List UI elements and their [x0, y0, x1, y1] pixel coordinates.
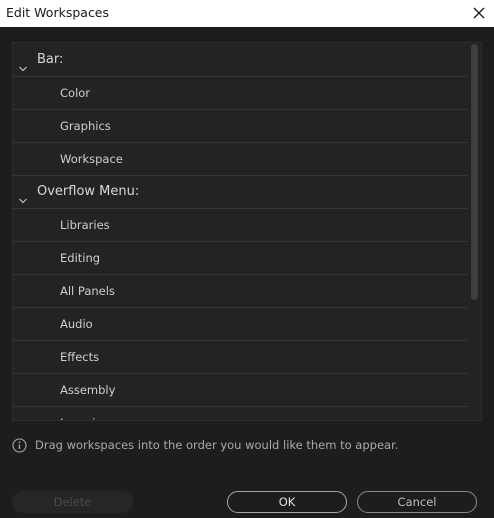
delete-button[interactable]: Delete: [12, 491, 133, 513]
window-title: Edit Workspaces: [6, 5, 110, 20]
workspace-item[interactable]: Assembly: [13, 374, 468, 407]
cancel-button[interactable]: Cancel: [357, 491, 477, 513]
workspace-label: Editing: [60, 251, 101, 265]
ok-button[interactable]: OK: [227, 491, 347, 513]
workspace-label: Workspace: [60, 152, 123, 166]
workspace-item[interactable]: All Panels: [13, 275, 468, 308]
workspace-item[interactable]: Audio: [13, 308, 468, 341]
workspace-label: Libraries: [60, 218, 110, 232]
title-bar: Edit Workspaces: [0, 0, 494, 27]
group-label: Overflow Menu:: [37, 184, 140, 199]
workspace-label: Graphics: [60, 119, 111, 133]
workspace-label: Effects: [60, 350, 100, 364]
workspace-label: Learning: [60, 407, 110, 420]
workspace-label: Audio: [60, 317, 93, 331]
workspace-list: Bar: Color Graphics Workspace Overflow Menu:…: [12, 42, 482, 421]
chevron-down-icon[interactable]: [18, 55, 28, 72]
list-scrollbar[interactable]: [470, 44, 479, 420]
chevron-down-icon[interactable]: [18, 187, 28, 204]
scrollbar-thumb[interactable]: [471, 44, 478, 300]
workspace-label: Assembly: [60, 383, 116, 397]
workspace-item[interactable]: Learning: [13, 407, 468, 420]
workspace-label: Color: [60, 86, 91, 100]
hint-text: Drag workspaces into the order you would…: [35, 438, 399, 452]
workspace-item[interactable]: Workspace: [13, 143, 468, 176]
workspace-item[interactable]: Libraries: [13, 209, 468, 242]
close-icon[interactable]: [470, 4, 488, 22]
workspace-rows: Bar: Color Graphics Workspace Overflow Menu:…: [13, 44, 468, 420]
group-label: Bar:: [37, 52, 64, 67]
group-header[interactable]: Overflow Menu:: [13, 176, 468, 209]
info-icon: [12, 438, 27, 453]
group-header[interactable]: Bar:: [13, 44, 468, 77]
workspace-item[interactable]: Color: [13, 77, 468, 110]
workspace-label: All Panels: [60, 284, 115, 298]
workspace-item[interactable]: Editing: [13, 242, 468, 275]
workspace-item[interactable]: Effects: [13, 341, 468, 374]
workspace-item[interactable]: Graphics: [13, 110, 468, 143]
